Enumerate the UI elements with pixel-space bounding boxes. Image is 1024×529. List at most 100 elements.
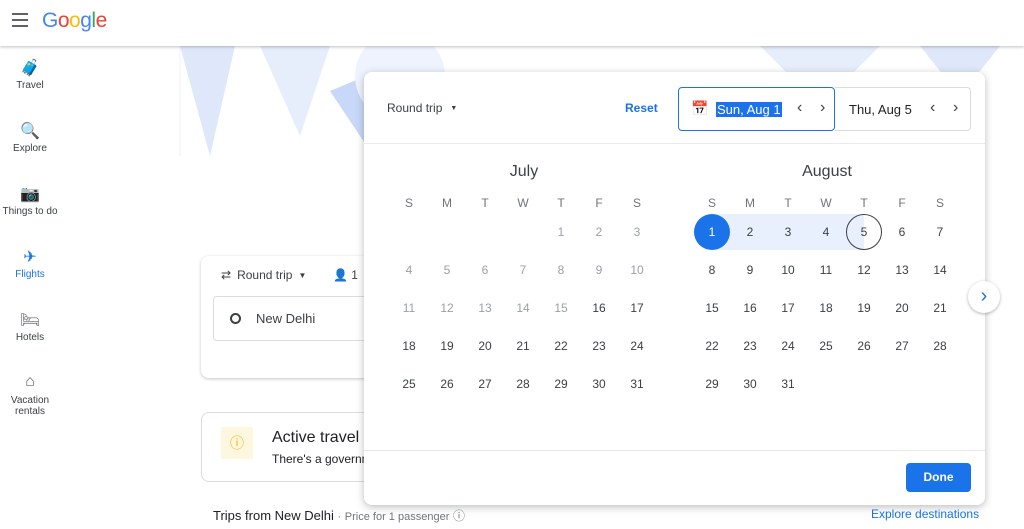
swap-icon: ⇄: [221, 268, 232, 282]
calendar-day: 4: [405, 263, 413, 277]
calendar-day[interactable]: 10: [770, 252, 806, 288]
calendar-day: 10: [630, 263, 644, 277]
weekday-label: T: [784, 196, 792, 210]
calendar-day[interactable]: 17: [619, 290, 655, 326]
top-bar: Google: [0, 0, 1024, 46]
calendar-day[interactable]: 13: [884, 252, 920, 288]
sidebar-item-label: Explore: [13, 143, 47, 154]
next-month-button[interactable]: ›: [968, 281, 1000, 313]
calendar-day[interactable]: 5: [846, 214, 882, 250]
calendar-day[interactable]: 22: [543, 328, 579, 364]
dropdown-icon: ▼: [298, 270, 307, 280]
calendar-day[interactable]: 25: [808, 328, 844, 364]
sidebar-item-things-to-do[interactable]: 📷 Things to do: [0, 184, 60, 217]
calendar-day[interactable]: 4: [808, 214, 844, 250]
calendar-day[interactable]: 29: [694, 366, 730, 402]
calendar-day[interactable]: 3: [770, 214, 806, 250]
passenger-select[interactable]: 👤 1: [333, 268, 358, 282]
calendar-day[interactable]: 25: [391, 366, 427, 402]
divider: [364, 450, 985, 451]
calendar-day[interactable]: 18: [391, 328, 427, 364]
camera-icon: 📷: [20, 186, 40, 203]
info-icon[interactable]: ⓘ: [453, 509, 465, 523]
calendar-day[interactable]: 23: [581, 328, 617, 364]
departure-date-field[interactable]: 📅 Sun, Aug 1 ‹ ›: [678, 87, 835, 131]
sidebar-item-label: rentals: [14, 406, 45, 417]
calendar-day[interactable]: 7: [922, 214, 958, 250]
calendar-day[interactable]: 26: [429, 366, 465, 402]
next-date-icon[interactable]: ›: [820, 99, 825, 117]
calendar-day[interactable]: 29: [543, 366, 579, 402]
calendar-day: 15: [554, 301, 568, 315]
sidebar-item-hotels[interactable]: 🛏 Hotels: [0, 310, 60, 343]
calendar-day[interactable]: 20: [884, 290, 920, 326]
weekday-label: S: [404, 196, 413, 210]
calendar-day[interactable]: 6: [884, 214, 920, 250]
sidebar-item-label: Things to do: [2, 206, 58, 217]
person-icon: 👤: [333, 268, 348, 282]
house-icon: ⌂: [25, 373, 35, 390]
trip-type-select[interactable]: ⇄ Round trip ▼: [221, 268, 306, 282]
calendar-day[interactable]: 24: [770, 328, 806, 364]
reset-button[interactable]: Reset: [625, 101, 658, 115]
weekday-label: S: [935, 196, 944, 210]
trips-heading: Trips from New Delhi · Price for 1 passe…: [213, 508, 465, 523]
calendar-day[interactable]: 16: [581, 290, 617, 326]
sidebar-item-label: Travel: [16, 80, 44, 91]
menu-icon[interactable]: [12, 13, 28, 27]
calendar-day[interactable]: 16: [732, 290, 768, 326]
google-logo[interactable]: Google: [42, 9, 107, 33]
calendar-day[interactable]: 19: [429, 328, 465, 364]
calendar-day[interactable]: 24: [619, 328, 655, 364]
calendar-day[interactable]: 1: [694, 214, 730, 250]
calendar-day[interactable]: 14: [922, 252, 958, 288]
calendar-day[interactable]: 20: [467, 328, 503, 364]
calendar-day[interactable]: 12: [846, 252, 882, 288]
sidebar-item-travel[interactable]: 🧳 Travel: [0, 58, 60, 91]
calendar-day[interactable]: 31: [619, 366, 655, 402]
next-date-icon[interactable]: ›: [953, 99, 958, 117]
calendar-day[interactable]: 28: [922, 328, 958, 364]
previous-date-icon[interactable]: ‹: [930, 99, 935, 117]
info-icon: ⓘ: [221, 427, 253, 459]
trip-type-select[interactable]: Round trip ▼: [387, 101, 457, 115]
weekday-label: S: [632, 196, 641, 210]
calendar-day: 6: [481, 263, 489, 277]
explore-destinations-link[interactable]: Explore destinations: [871, 507, 979, 521]
calendar-day[interactable]: 30: [581, 366, 617, 402]
calendar-day[interactable]: 21: [922, 290, 958, 326]
previous-date-icon[interactable]: ‹: [797, 99, 802, 117]
calendar-icon: 📅: [691, 100, 709, 116]
sidebar-item-vacation-rentals[interactable]: ⌂ Vacation rentals: [0, 373, 60, 417]
calendar-day[interactable]: 8: [694, 252, 730, 288]
sidebar-item-explore[interactable]: 🔍 Explore: [0, 121, 60, 154]
calendar-day[interactable]: 27: [884, 328, 920, 364]
calendar-day[interactable]: 27: [467, 366, 503, 402]
return-date-field[interactable]: Thu, Aug 5 ‹ ›: [835, 87, 971, 131]
weekday-label: M: [745, 196, 755, 210]
calendar-day[interactable]: 18: [808, 290, 844, 326]
calendar-day[interactable]: 31: [770, 366, 806, 402]
calendar-day[interactable]: 9: [732, 252, 768, 288]
calendar-day[interactable]: 23: [732, 328, 768, 364]
calendar-day[interactable]: 19: [846, 290, 882, 326]
calendar-day[interactable]: 2: [732, 214, 768, 250]
weekday-label: T: [557, 196, 565, 210]
done-button[interactable]: Done: [906, 463, 971, 492]
calendar-day[interactable]: 30: [732, 366, 768, 402]
calendar-day[interactable]: 15: [694, 290, 730, 326]
calendar-day: 9: [595, 263, 603, 277]
calendar-day[interactable]: 21: [505, 328, 541, 364]
sidebar-item-label: Vacation: [10, 395, 50, 406]
calendar-day[interactable]: 11: [808, 252, 844, 288]
calendar-day: 11: [402, 301, 416, 315]
dropdown-icon: ▼: [450, 104, 458, 112]
calendar-day[interactable]: 17: [770, 290, 806, 326]
calendar-day[interactable]: 22: [694, 328, 730, 364]
calendar-day[interactable]: 28: [505, 366, 541, 402]
sidebar-item-flights[interactable]: ✈ Flights: [0, 247, 60, 280]
calendar-day[interactable]: 26: [846, 328, 882, 364]
calendar-day: 1: [557, 225, 565, 239]
bed-icon: 🛏: [19, 312, 41, 329]
weekday-label: W: [820, 196, 832, 210]
